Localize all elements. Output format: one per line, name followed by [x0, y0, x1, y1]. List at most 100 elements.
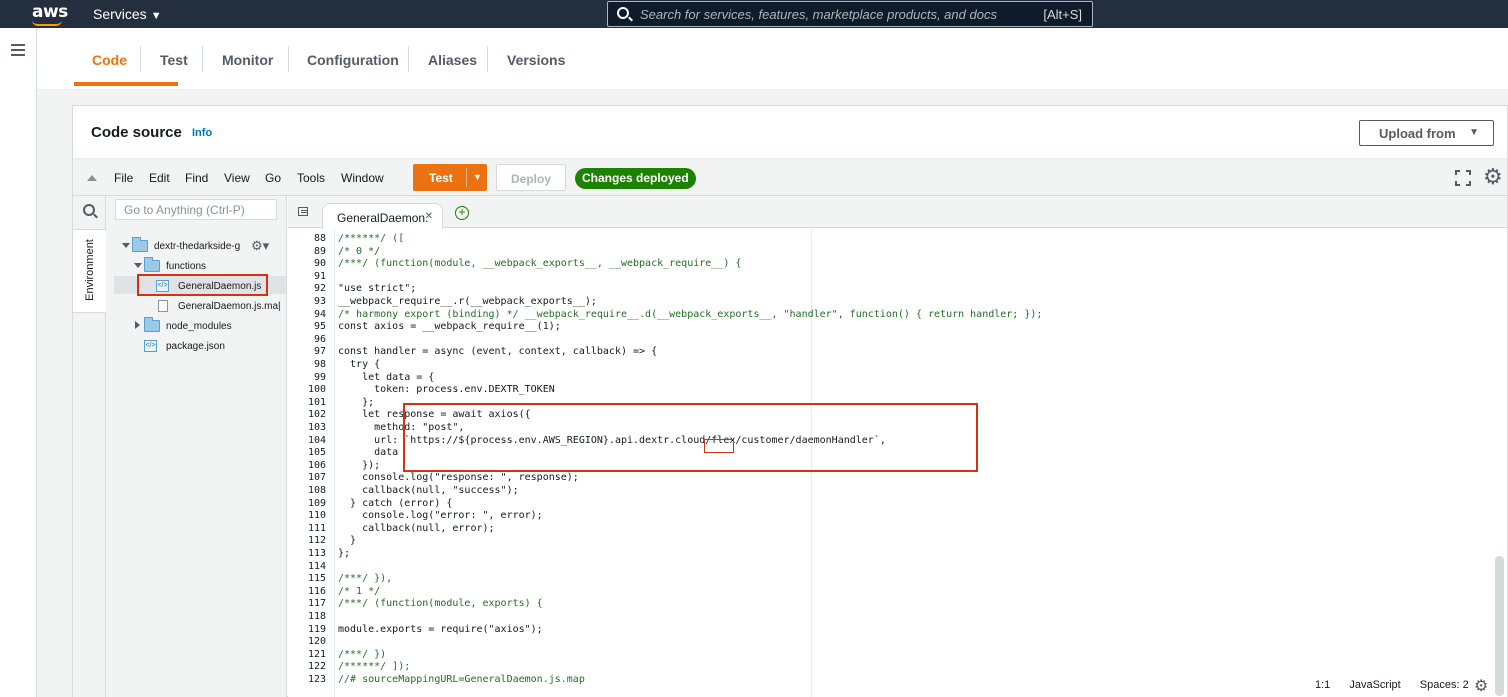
expand-arrow-icon[interactable] [135, 321, 140, 329]
menu-window[interactable]: Window [341, 171, 384, 185]
code-line[interactable]: /* 0 */ [338, 246, 380, 257]
collapse-toolbar-icon[interactable] [87, 175, 97, 181]
menu-edit[interactable]: Edit [149, 171, 170, 185]
code-line[interactable]: }; [338, 397, 374, 408]
line-number: 101 [307, 396, 326, 408]
tab-test[interactable]: Test [160, 52, 188, 68]
code-line[interactable]: /***/ }), [338, 573, 392, 584]
deploy-button[interactable]: Deploy [496, 164, 566, 191]
line-number: 108 [307, 485, 326, 496]
caret-down-icon[interactable]: ▼ [473, 172, 482, 182]
add-tab-icon[interactable]: + [455, 206, 469, 220]
code-line[interactable]: console.log("response: ", response); [338, 472, 579, 483]
folder-icon [144, 317, 160, 332]
code-line[interactable]: const handler = async (event, context, c… [338, 346, 657, 357]
editor-status-bar: 1:1 JavaScript Spaces: 2 [1315, 679, 1485, 695]
code-line[interactable]: "use strict"; [338, 283, 416, 294]
line-number: 120 [307, 636, 326, 648]
global-search-input[interactable]: Search for services, features, marketpla… [607, 1, 1093, 27]
menu-find[interactable]: Find [185, 171, 208, 185]
code-line[interactable]: /******/ ([ [338, 233, 404, 244]
code-editor[interactable]: GeneralDaemon. ✕ + 88 /******/ ([89 /* 0 *… [288, 196, 1507, 697]
gear-icon[interactable]: ⚙ [1474, 676, 1488, 696]
line-number: 121 [307, 648, 326, 660]
fullscreen-icon[interactable] [1455, 170, 1471, 186]
aws-logo[interactable]: aws [32, 2, 68, 22]
code-line[interactable]: }; [338, 548, 350, 559]
code-line[interactable]: /***/ (function(module, exports) { [338, 598, 543, 609]
tab-configuration[interactable]: Configuration [307, 52, 399, 68]
close-icon[interactable]: ✕ [425, 211, 433, 222]
tab-aliases[interactable]: Aliases [428, 52, 477, 68]
expand-arrow-icon[interactable] [134, 263, 142, 268]
tab-list-icon[interactable] [298, 207, 308, 216]
code-line[interactable]: token: process.env.DEXTR_TOKEN [338, 384, 555, 395]
upload-from-button[interactable]: Upload from ▼ [1359, 120, 1494, 146]
menu-view[interactable]: View [224, 171, 250, 185]
tab-versions[interactable]: Versions [507, 52, 565, 68]
line-number: 92 [313, 283, 326, 295]
cursor-position[interactable]: 1:1 [1315, 679, 1330, 691]
go-to-anything-input[interactable]: Go to Anything (Ctrl-P) [115, 199, 277, 220]
tab-divider [288, 46, 289, 72]
tree-item-generaldaemon-map[interactable]: GeneralDaemon.js.ma| [178, 301, 281, 312]
code-line[interactable]: } [338, 535, 356, 546]
tree-settings-gear-icon[interactable]: ⚙▾ [251, 238, 269, 254]
code-line[interactable]: __webpack_require__.r(__webpack_exports_… [338, 296, 597, 307]
environment-tab-label: Environment [83, 239, 96, 301]
code-line[interactable]: console.log("error: ", error); [338, 510, 543, 521]
tree-item-node-modules[interactable]: node_modules [166, 321, 232, 332]
language-mode[interactable]: JavaScript [1349, 679, 1400, 691]
code-line[interactable]: /* harmony export (binding) */ __webpack… [338, 309, 1042, 320]
tree-item-dextr-thedarkside[interactable]: dextr-thedarkside-g [154, 241, 240, 252]
menu-file[interactable]: File [114, 171, 133, 185]
code-line[interactable]: /***/ (function(module, __webpack_export… [338, 258, 741, 269]
tab-code[interactable]: Code [92, 52, 127, 68]
indent-setting[interactable]: Spaces: 2 [1420, 679, 1469, 691]
test-button[interactable]: Test ▼ [413, 164, 487, 191]
editor-file-tab[interactable]: GeneralDaemon. ✕ [322, 203, 443, 229]
search-icon[interactable] [83, 204, 95, 216]
tree-item-package-json[interactable]: package.json [166, 341, 225, 352]
menu-tools[interactable]: Tools [297, 171, 325, 185]
highlight-annotation-box [403, 403, 978, 472]
vertical-scrollbar[interactable] [1495, 556, 1504, 696]
line-number: 100 [307, 384, 326, 396]
menu-go[interactable]: Go [265, 171, 281, 185]
folder-icon [132, 237, 148, 252]
code-line[interactable]: /* 1 */ [338, 586, 380, 597]
code-line[interactable]: }); [338, 460, 380, 471]
code-line[interactable]: try { [338, 359, 380, 370]
tab-divider [487, 46, 488, 72]
editor-tab-strip: GeneralDaemon. ✕ + [288, 196, 1507, 229]
line-number: 122 [307, 661, 326, 673]
caret-down-icon: ▼ [150, 10, 162, 22]
tree-item-functions[interactable]: functions [166, 261, 206, 272]
hamburger-menu-icon[interactable] [11, 44, 25, 59]
line-number: 106 [307, 459, 326, 471]
caret-down-icon: ▼ [1469, 127, 1479, 138]
code-line[interactable]: /******/ ]); [338, 661, 410, 672]
code-line[interactable]: module.exports = require("axios"); [338, 624, 543, 635]
code-line[interactable]: let data = { [338, 372, 434, 383]
code-line[interactable]: const axios = __webpack_require__(1); [338, 321, 561, 332]
search-icon [617, 7, 629, 19]
flex-highlight-box [704, 439, 734, 453]
line-number: 88 [313, 233, 326, 244]
environment-tab[interactable]: Environment [73, 229, 106, 313]
search-shortcut: [Alt+S] [1043, 7, 1082, 22]
code-line[interactable]: //# sourceMappingURL=GeneralDaemon.js.ma… [338, 674, 585, 685]
expand-arrow-icon[interactable] [122, 243, 130, 248]
line-number: 115 [307, 573, 326, 585]
tab-monitor[interactable]: Monitor [222, 52, 273, 68]
code-line[interactable]: callback(null, "success"); [338, 485, 519, 496]
services-menu[interactable]: Services ▼ [93, 6, 162, 22]
gear-icon[interactable]: ⚙ [1483, 166, 1503, 188]
code-line[interactable]: callback(null, error); [338, 523, 494, 534]
left-rail [0, 28, 37, 697]
top-nav-bar: aws Services ▼ Search for services, featu… [0, 0, 1508, 28]
info-link[interactable]: Info [192, 127, 212, 139]
code-line[interactable]: data [338, 447, 398, 458]
code-line[interactable]: /***/ }) [338, 649, 386, 660]
code-line[interactable]: } catch (error) { [338, 498, 452, 509]
